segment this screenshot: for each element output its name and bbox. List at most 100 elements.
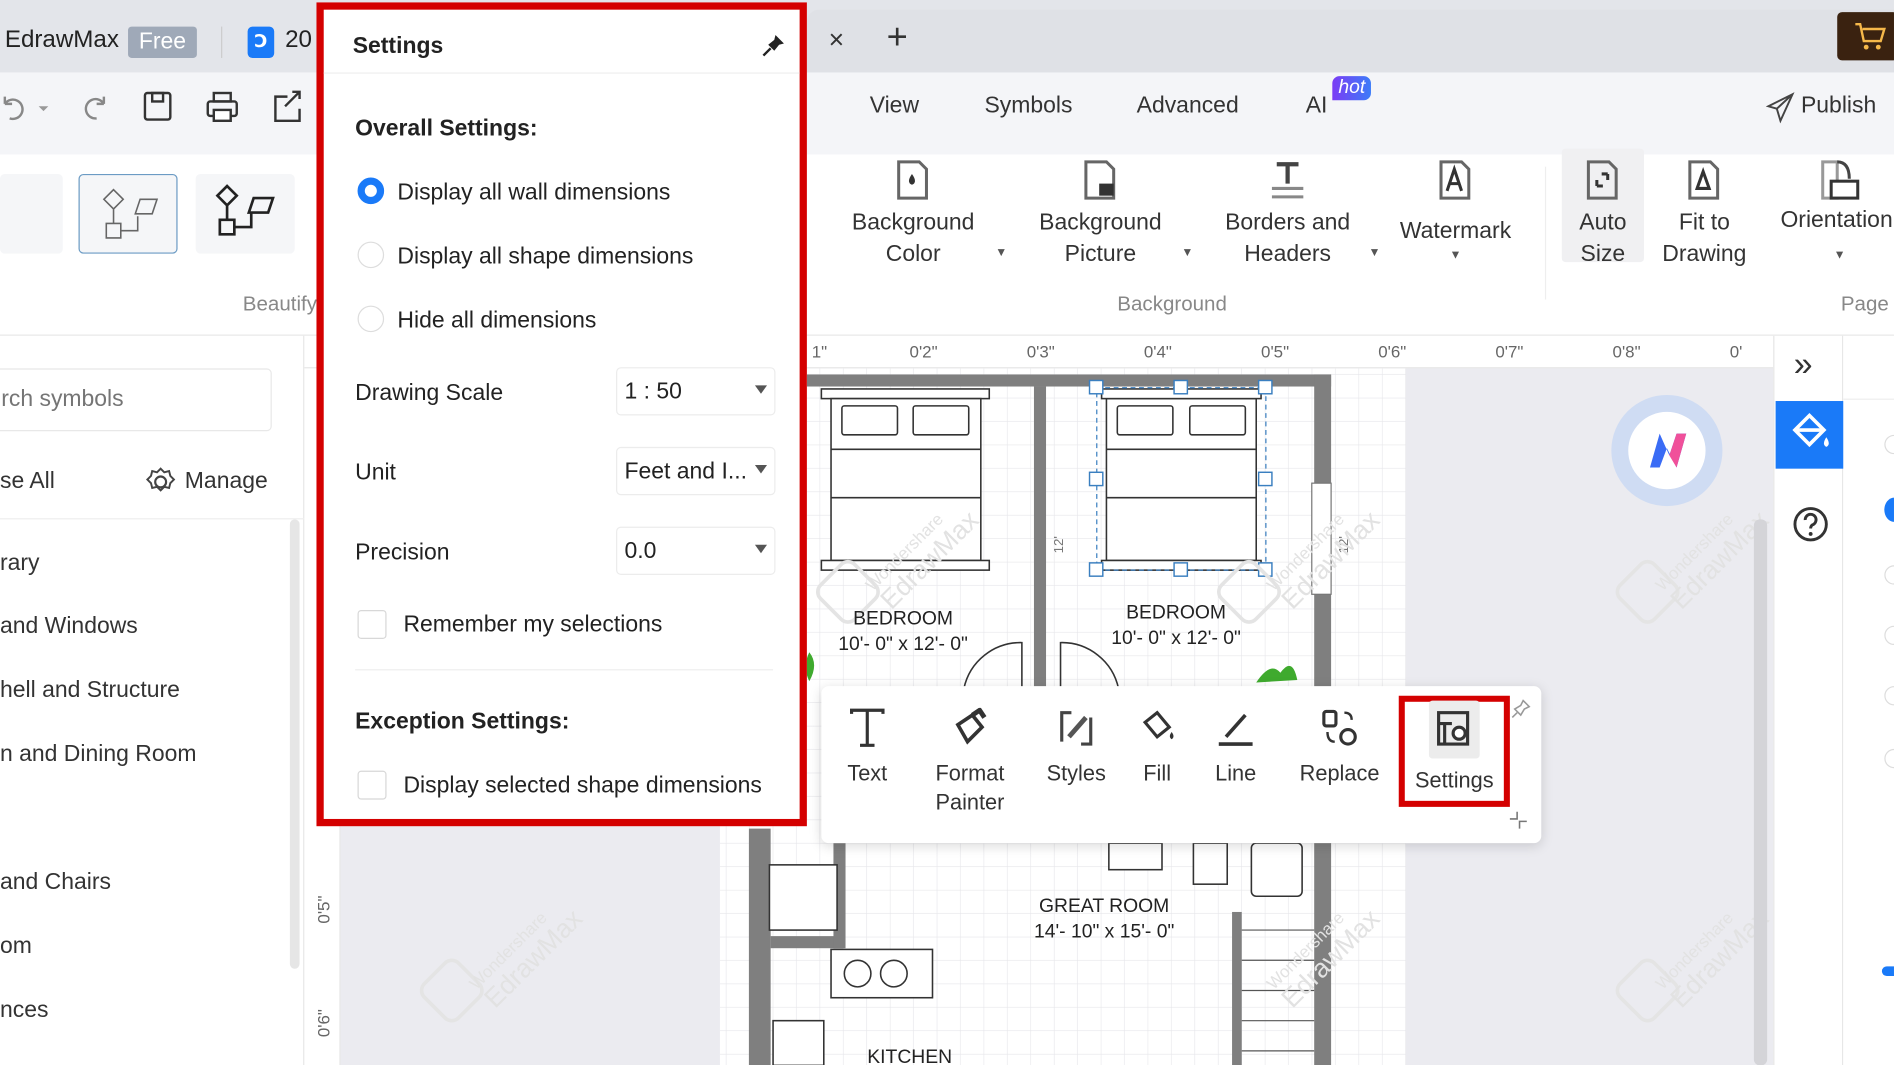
manage-button[interactable]: Manage — [185, 469, 268, 496]
gear-icon — [145, 467, 176, 492]
background-color-button[interactable]: Background Color — [846, 159, 981, 270]
pin-icon[interactable] — [1510, 698, 1532, 720]
ai-assistant-button[interactable] — [1611, 394, 1723, 507]
ribbon: Beautify Background Color ▼ Background Pic… — [0, 148, 1894, 336]
room-size: 10'- 0" x 12'- 0" — [838, 634, 968, 655]
precision-select[interactable]: 0.0 — [616, 526, 776, 575]
radio[interactable] — [1884, 625, 1894, 646]
ruler-label: 0'6" — [313, 1009, 333, 1038]
room-name: BEDROOM — [853, 608, 954, 630]
library-item[interactable]: rary — [0, 551, 40, 578]
background-color-icon — [897, 160, 928, 200]
plan-badge[interactable]: Free — [128, 26, 197, 58]
library-item[interactable]: om — [0, 934, 32, 961]
library-scrollbar[interactable] — [289, 519, 300, 969]
menu-ai[interactable]: AI — [1306, 93, 1328, 120]
menu-advanced[interactable]: Advanced — [1137, 93, 1239, 120]
text-button[interactable]: Text — [838, 708, 896, 788]
title-bar: EdrawMax Free Ↄ 20 × + — [0, 0, 1894, 73]
drawing-scale-select[interactable]: 1 : 50 — [616, 367, 776, 416]
library-item[interactable]: and Chairs — [0, 870, 111, 897]
background-picture-button[interactable]: Background Picture — [1033, 159, 1168, 270]
cart-button[interactable] — [1837, 12, 1894, 61]
auto-size-button[interactable]: Auto Size — [1561, 148, 1644, 267]
line-button[interactable]: Line — [1210, 708, 1261, 788]
canvas-vertical-scrollbar[interactable] — [1753, 519, 1768, 1065]
radio-selected[interactable] — [1884, 497, 1894, 522]
unit-select[interactable]: Feet and I... — [616, 446, 776, 496]
document-tab[interactable]: 20 — [285, 27, 312, 55]
publish-button[interactable]: Publish — [1801, 93, 1876, 120]
beautify-style-1[interactable] — [0, 173, 63, 254]
fill-panel-button[interactable] — [1775, 401, 1845, 469]
help-icon[interactable] — [1791, 505, 1830, 544]
ai-logo-icon — [1649, 433, 1687, 468]
auto-size-icon — [1586, 160, 1618, 200]
pin-icon[interactable] — [761, 34, 785, 58]
fit-to-drawing-button[interactable]: Fit to Drawing — [1652, 159, 1756, 270]
chevron-down-icon[interactable]: ▼ — [1369, 246, 1381, 259]
borders-headers-button[interactable]: Borders and Headers — [1218, 159, 1358, 270]
cart-icon — [1855, 22, 1886, 50]
beautify-style-2[interactable] — [78, 173, 178, 254]
remember-selections-checkbox[interactable] — [357, 609, 387, 639]
app-name: EdrawMax — [4, 26, 119, 54]
room-size: 14'- 10" x 15'- 0" — [1033, 921, 1175, 943]
menu-symbols[interactable]: Symbols — [984, 93, 1072, 120]
resize-icon[interactable] — [1507, 809, 1529, 831]
label: Line — [1215, 760, 1257, 786]
radio-shape-dimensions[interactable] — [357, 241, 385, 269]
search-symbols-input[interactable] — [0, 368, 272, 432]
divider — [221, 26, 223, 58]
settings-icon — [1437, 711, 1470, 746]
divider — [0, 518, 305, 520]
watermark-button[interactable]: Watermark — [1394, 159, 1517, 247]
close-tab-button[interactable]: × — [829, 24, 845, 55]
radio-wall-dimensions[interactable] — [357, 177, 385, 205]
library-item[interactable]: nces — [0, 998, 48, 1025]
radio[interactable] — [1884, 565, 1894, 585]
slider-handle[interactable] — [1881, 966, 1894, 976]
chevron-down-icon[interactable]: ▼ — [1449, 249, 1461, 262]
line-icon — [1218, 713, 1253, 746]
document-icon: Ↄ — [247, 26, 275, 58]
radio[interactable] — [1884, 686, 1894, 706]
menu-view[interactable]: View — [870, 93, 919, 120]
ruler-label: 0'4" — [1143, 341, 1172, 362]
chevron-down-icon — [754, 544, 768, 554]
collapse-all-button[interactable]: se All — [0, 469, 55, 496]
ruler-label: 0'6" — [1378, 341, 1407, 362]
orientation-button[interactable]: Orientation — [1776, 159, 1894, 236]
ruler-label: 0'8" — [1612, 341, 1641, 362]
format-painter-icon — [955, 707, 987, 745]
label: Borders and — [1225, 210, 1351, 236]
room-label: BEDROOM 10'- 0" x 12'- 0" — [1111, 600, 1241, 651]
new-tab-button[interactable]: + — [887, 17, 908, 58]
radio-hide-dimensions[interactable] — [357, 305, 385, 333]
divider — [323, 72, 800, 74]
paint-bucket-icon — [1792, 412, 1829, 448]
chevron-down-icon[interactable]: ▼ — [1834, 249, 1846, 262]
format-painter-button[interactable]: Format Painter — [928, 707, 1013, 817]
expand-panel-icon[interactable]: » — [1794, 345, 1813, 384]
chevron-down-icon[interactable]: ▼ — [995, 246, 1007, 259]
library-item[interactable]: and Windows — [0, 614, 138, 641]
radio[interactable] — [1884, 748, 1894, 769]
chevron-down-icon[interactable]: ▼ — [1181, 246, 1193, 259]
fill-button[interactable]: Fill — [1133, 708, 1181, 788]
styles-button[interactable]: Styles — [1044, 708, 1109, 788]
beautify-style-3[interactable] — [195, 173, 295, 254]
label: Fit to — [1678, 210, 1730, 236]
settings-popup: Settings Overall Settings: Display all w… — [316, 2, 807, 827]
radio[interactable] — [1884, 434, 1894, 455]
selected-shape-dimensions-checkbox[interactable] — [357, 770, 387, 800]
label: Background — [851, 210, 975, 236]
label: Picture — [1064, 241, 1137, 267]
settings-button[interactable]: Settings — [1408, 700, 1500, 795]
library-item[interactable]: hell and Structure — [0, 678, 180, 705]
publish-icon — [1765, 92, 1795, 124]
fill-icon — [1142, 710, 1174, 740]
replace-button[interactable]: Replace — [1297, 708, 1382, 788]
option-label: Display all wall dimensions — [397, 179, 671, 206]
library-item[interactable]: n and Dining Room — [0, 742, 196, 769]
